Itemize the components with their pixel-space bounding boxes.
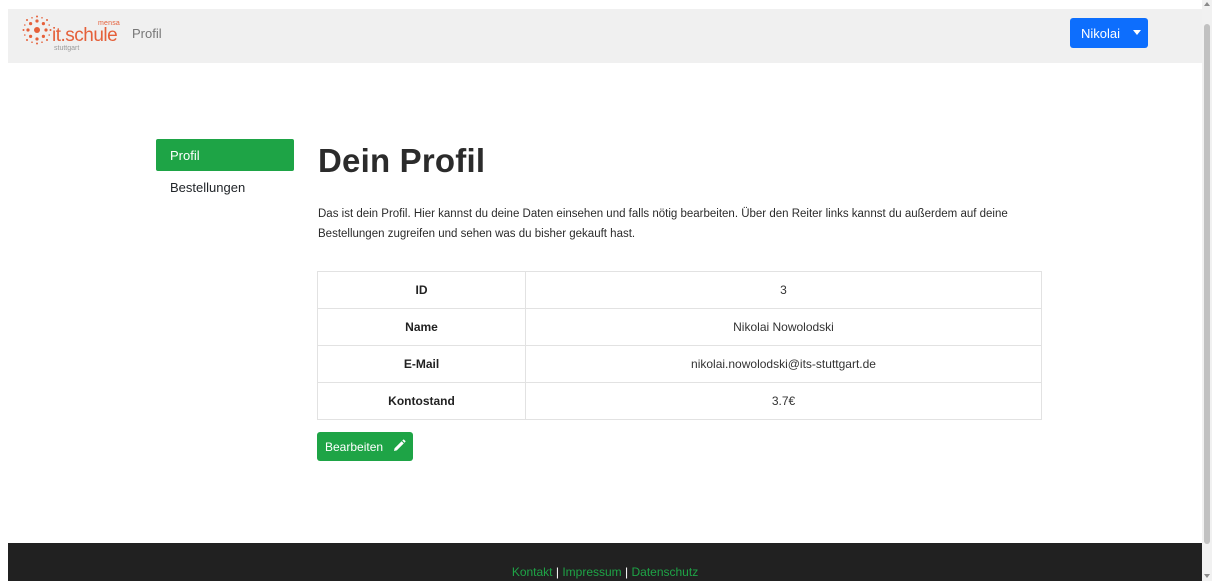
row-value-kontostand: 3.7€ bbox=[525, 382, 1042, 420]
footer: Kontakt | Impressum | Datenschutz bbox=[8, 543, 1202, 581]
footer-separator: | bbox=[555, 565, 559, 579]
logo-stuttgart-text: stuttgart bbox=[54, 45, 80, 52]
scroll-up-arrow-icon[interactable] bbox=[1204, 2, 1210, 6]
table-row: Kontostand 3.7€ bbox=[317, 382, 1042, 420]
row-value-email: nikolai.nowolodski@its-stuttgart.de bbox=[525, 345, 1042, 383]
table-row: E-Mail nikolai.nowolodski@its-stuttgart.… bbox=[317, 345, 1042, 383]
user-menu-button[interactable]: Nikolai bbox=[1070, 18, 1148, 48]
footer-separator: | bbox=[625, 565, 629, 579]
user-menu-label: Nikolai bbox=[1081, 26, 1121, 41]
caret-down-icon bbox=[1133, 30, 1141, 35]
row-key-kontostand: Kontostand bbox=[317, 382, 526, 420]
logo[interactable]: mensa it.schule stuttgart bbox=[22, 13, 122, 55]
footer-link-datenschutz[interactable]: Datenschutz bbox=[631, 565, 698, 579]
edit-button[interactable]: Bearbeiten bbox=[317, 432, 413, 461]
top-strip bbox=[0, 0, 1202, 9]
page-title: Dein Profil bbox=[318, 142, 486, 179]
row-value-id: 3 bbox=[525, 271, 1042, 309]
edit-button-label: Bearbeiten bbox=[325, 440, 384, 454]
logo-sun-icon bbox=[22, 15, 52, 45]
logo-itschule-text: it.schule bbox=[52, 25, 118, 46]
footer-link-kontakt[interactable]: Kontakt bbox=[512, 565, 553, 579]
row-value-name: Nikolai Nowolodski bbox=[525, 308, 1042, 346]
sidebar-item-profil[interactable]: Profil bbox=[156, 139, 294, 171]
scrollbar-thumb[interactable] bbox=[1204, 24, 1210, 544]
sidebar-item-bestellungen[interactable]: Bestellungen bbox=[156, 173, 294, 205]
scroll-down-arrow-icon[interactable] bbox=[1204, 574, 1210, 578]
row-key-id: ID bbox=[317, 271, 526, 309]
table-row: Name Nikolai Nowolodski bbox=[317, 308, 1042, 346]
table-row: ID 3 bbox=[317, 271, 1042, 309]
row-key-email: E-Mail bbox=[317, 345, 526, 383]
footer-link-impressum[interactable]: Impressum bbox=[562, 565, 621, 579]
profile-table: ID 3 Name Nikolai Nowolodski E-Mail niko… bbox=[317, 271, 1042, 420]
vertical-scrollbar[interactable] bbox=[1202, 0, 1212, 581]
navbar: mensa it.schule stuttgart Profil Nikolai bbox=[8, 9, 1202, 63]
nav-page-title: Profil bbox=[132, 26, 162, 41]
pencil-icon bbox=[394, 439, 406, 451]
row-key-name: Name bbox=[317, 308, 526, 346]
intro-text: Das ist dein Profil. Hier kannst du dein… bbox=[318, 208, 1008, 240]
